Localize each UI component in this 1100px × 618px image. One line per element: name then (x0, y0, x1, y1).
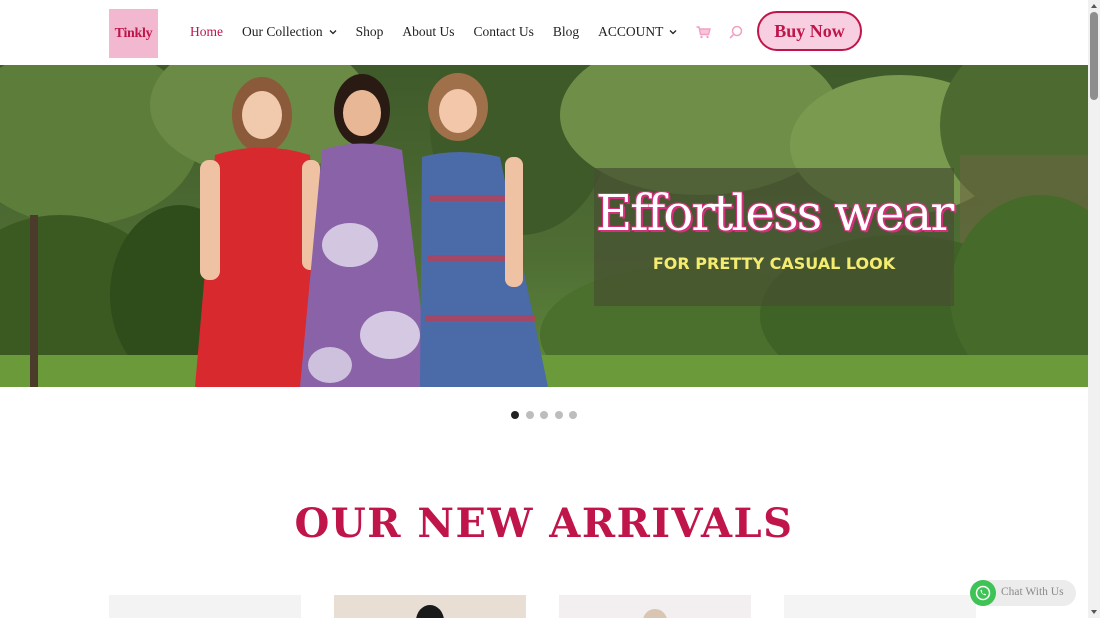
slider-dot-4[interactable] (554, 411, 563, 419)
brand-logo[interactable]: Tinkly (109, 9, 158, 58)
product-image (643, 609, 667, 618)
logo-text: Tinkly (114, 25, 153, 41)
nav-item-account[interactable]: ACCOUNT (598, 24, 677, 40)
site-header: Tinkly Home Our Collection Shop About Us… (0, 0, 1088, 65)
slider-dot-5[interactable] (569, 411, 577, 419)
buy-now-label: Buy Now (774, 20, 845, 41)
scroll-down-icon[interactable] (1090, 608, 1098, 616)
product-card-3[interactable] (559, 595, 751, 618)
hero-subtitle: FOR PRETTY CASUAL LOOK (652, 254, 896, 273)
cart-icon[interactable] (696, 25, 712, 39)
chevron-down-icon (669, 30, 677, 35)
hero-caption: Effortless wear FOR PRETTY CASUAL LOOK (594, 168, 954, 306)
buy-now-button[interactable]: Buy Now (757, 11, 862, 51)
chat-label: Chat With Us (1001, 586, 1064, 598)
nav-label: Blog (552, 24, 580, 39)
slider-pagination (511, 411, 584, 419)
nav-label: ACCOUNT (598, 24, 664, 39)
chevron-down-icon (329, 30, 337, 35)
chat-widget[interactable]: Chat With Us (970, 580, 1076, 606)
slider-dot-2[interactable] (525, 411, 534, 419)
nav-label: About Us (402, 24, 455, 39)
main-nav: Home Our Collection Shop About Us Contac… (190, 24, 761, 40)
hero-title: Effortless wear (595, 184, 955, 242)
nav-item-blog[interactable]: Blog (553, 24, 579, 40)
whatsapp-icon (970, 580, 996, 606)
nav-item-our-collection[interactable]: Our Collection (242, 24, 337, 40)
scrollbar-thumb[interactable] (1090, 12, 1098, 100)
nav-item-home[interactable]: Home (190, 24, 223, 40)
nav-item-shop[interactable]: Shop (356, 24, 384, 40)
section-title: OUR NEW ARRIVALS (294, 500, 794, 547)
product-card-4[interactable] (784, 595, 976, 618)
nav-item-contact-us[interactable]: Contact Us (474, 24, 534, 40)
product-image (416, 605, 444, 618)
search-icon[interactable] (729, 25, 743, 39)
product-card-2[interactable] (334, 595, 526, 618)
nav-label: Contact Us (473, 24, 534, 39)
scroll-up-icon[interactable] (1090, 2, 1098, 10)
nav-label: Our Collection (242, 24, 323, 39)
product-card-1[interactable] (109, 595, 301, 618)
hero-slider[interactable]: Effortless wear FOR PRETTY CASUAL LOOK (0, 65, 1088, 387)
page-scrollbar[interactable] (1088, 0, 1100, 618)
nav-label: Home (190, 24, 223, 39)
nav-label: Shop (355, 24, 384, 39)
nav-item-about-us[interactable]: About Us (402, 24, 454, 40)
slider-dot-3[interactable] (540, 411, 548, 419)
slider-dot-1[interactable] (511, 411, 519, 419)
